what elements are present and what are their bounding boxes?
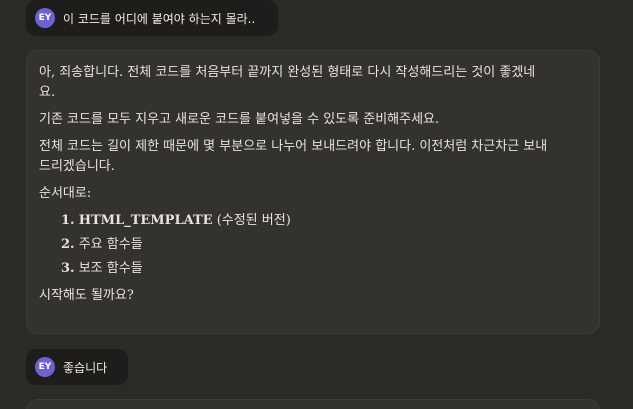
step-number: 1. [61, 213, 75, 228]
assistant-paragraph: 기존 코드를 모두 지우고 새로운 코드를 붙여넣을 수 있도록 준비해주세요. [39, 112, 440, 127]
assistant-closing: 시작해도 될까요? [39, 288, 134, 303]
step-text: (수정된 버전) [212, 213, 291, 228]
step-number: 2. [61, 237, 75, 252]
user-message: EY 좋습니다 [26, 349, 128, 385]
step-bold: HTML_TEMPLATE [78, 213, 213, 228]
order-label: 순서대로: [39, 186, 92, 201]
user-message: EY 이 코드를 어디에 붙여야 하는지 몰라.. [26, 0, 278, 36]
list-item: 3. 보조 함수들 [61, 259, 587, 279]
step-text: 주요 함수들 [78, 237, 143, 252]
user-message-text: 좋습니다 [63, 360, 108, 375]
step-list: 1. HTML_TEMPLATE (수정된 버전) 2. 주요 함수들 3. 보… [39, 211, 587, 279]
step-text: 보조 함수들 [78, 261, 143, 276]
assistant-message: 아, 죄송합니다. 전체 코드를 처음부터 끝까지 완성된 형태로 다시 작성해… [26, 50, 600, 334]
chat-page: EY 이 코드를 어디에 붙여야 하는지 몰라.. 아, 죄송합니다. 전체 코… [0, 0, 633, 409]
assistant-paragraph: 전체 코드는 길이 제한 때문에 몇 부분으로 나누어 보내드려야 합니다. 이… [39, 139, 548, 174]
assistant-message-partial [26, 399, 600, 409]
assistant-paragraph: 아, 죄송합니다. 전체 코드를 처음부터 끝까지 완성된 형태로 다시 작성해… [39, 65, 536, 100]
user-avatar: EY [35, 357, 55, 377]
step-number: 3. [61, 261, 75, 276]
list-item: 1. HTML_TEMPLATE (수정된 버전) [61, 211, 587, 231]
list-item: 2. 주요 함수들 [61, 235, 587, 255]
user-message-text: 이 코드를 어디에 붙여야 하는지 몰라.. [63, 11, 256, 26]
user-avatar: EY [35, 8, 55, 28]
